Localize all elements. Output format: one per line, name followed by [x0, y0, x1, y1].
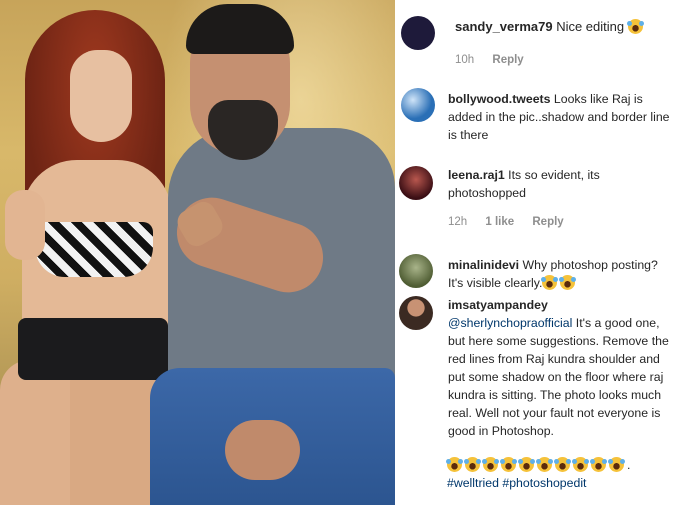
- username[interactable]: bollywood.tweets: [448, 92, 550, 106]
- face-with-tears-of-joy-icon: [626, 19, 644, 34]
- comment-text: sandy_verma79 Nice editing: [455, 18, 670, 36]
- username[interactable]: minalinidevi: [448, 258, 519, 272]
- face-with-tears-of-joy-icon: [482, 457, 499, 472]
- face-with-tears-of-joy-icon: [464, 457, 481, 472]
- face-with-tears-of-joy-icon: [608, 457, 625, 472]
- woman-star-top: [35, 222, 153, 277]
- woman-hand: [5, 190, 45, 260]
- comment-text: bollywood.tweets Looks like Raj is added…: [448, 90, 670, 144]
- face-with-tears-of-joy-icon: [446, 457, 463, 472]
- comment-text: imsatyampandey @sherlynchopraofficial It…: [448, 296, 673, 440]
- woman-shorts: [18, 318, 168, 380]
- avatar[interactable]: [399, 166, 433, 200]
- hashtags[interactable]: #welltried #photoshopedit: [447, 474, 672, 492]
- emoji-row: .: [446, 456, 631, 474]
- comment-body: Nice editing: [552, 19, 625, 34]
- post-photo: [0, 0, 395, 505]
- face-with-tears-of-joy-icon: [541, 275, 559, 290]
- likes-count[interactable]: 1 like: [485, 216, 514, 228]
- username[interactable]: leena.raj1: [448, 168, 505, 182]
- face-with-tears-of-joy-icon: [572, 457, 589, 472]
- timestamp: 12h: [448, 216, 468, 228]
- comment-text: minalinidevi Why photoshop posting? It's…: [448, 256, 670, 292]
- face-with-tears-of-joy-icon: [559, 275, 577, 290]
- comments-panel: sandy_verma79 Nice editing 10h Reply bol…: [395, 0, 675, 505]
- comment-meta: 10h Reply: [455, 54, 539, 66]
- face-with-tears-of-joy-icon: [554, 457, 571, 472]
- avatar[interactable]: [401, 16, 435, 50]
- mention-link[interactable]: @sherlynchopraofficial: [448, 316, 572, 330]
- face-with-tears-of-joy-icon: [518, 457, 535, 472]
- reply-button[interactable]: Reply: [532, 216, 563, 228]
- avatar[interactable]: [401, 88, 435, 122]
- woman-face: [70, 50, 132, 142]
- comment-meta: 12h 1 like Reply: [448, 216, 579, 228]
- avatar[interactable]: [399, 296, 433, 330]
- comment-text: leena.raj1 Its so evident, its photoshop…: [448, 166, 670, 202]
- username[interactable]: imsatyampandey: [448, 298, 548, 312]
- emoji-tail: .: [627, 458, 631, 472]
- reply-button[interactable]: Reply: [492, 54, 523, 66]
- man-hand: [225, 420, 300, 480]
- face-with-tears-of-joy-icon: [500, 457, 517, 472]
- timestamp: 10h: [455, 54, 475, 66]
- woman-leg: [70, 362, 160, 505]
- avatar[interactable]: [399, 254, 433, 288]
- comment-body: It's a good one, but here some suggestio…: [448, 316, 669, 438]
- face-with-tears-of-joy-icon: [590, 457, 607, 472]
- username[interactable]: sandy_verma79: [455, 19, 553, 34]
- face-with-tears-of-joy-icon: [536, 457, 553, 472]
- woman-leg: [0, 360, 80, 505]
